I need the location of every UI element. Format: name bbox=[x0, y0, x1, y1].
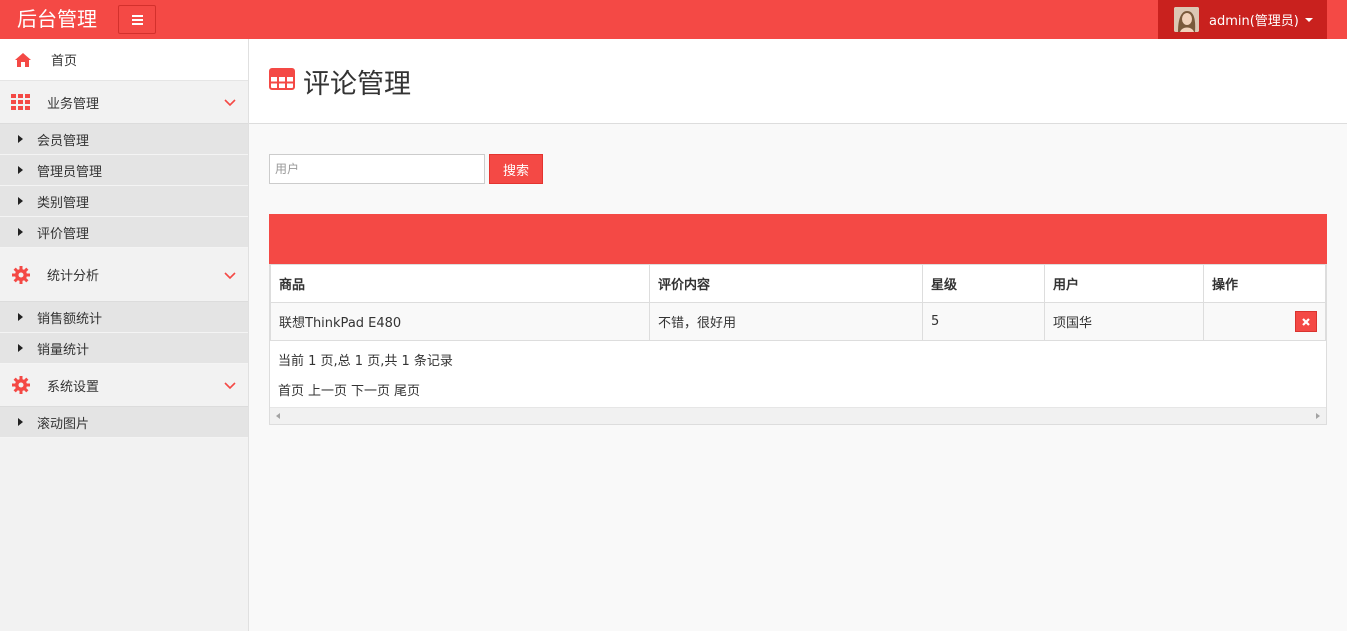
search-bar: 搜索 bbox=[269, 154, 543, 184]
caret-right-icon bbox=[18, 344, 23, 352]
pager-prev-link[interactable]: 上一页 bbox=[308, 380, 347, 399]
sidebar-item-label: 销售额统计 bbox=[37, 311, 103, 327]
sidebar-item-sales-amount[interactable]: 销售额统计 bbox=[0, 302, 248, 333]
caret-right-icon bbox=[18, 418, 23, 426]
sidebar-item-label: 首页 bbox=[51, 54, 78, 69]
delete-icon bbox=[1302, 317, 1310, 326]
sidebar-item-members[interactable]: 会员管理 bbox=[0, 124, 248, 155]
column-header-user: 用户 bbox=[1044, 264, 1204, 303]
avatar bbox=[1174, 7, 1199, 32]
column-header-stars: 星级 bbox=[922, 264, 1045, 303]
caret-right-icon bbox=[18, 135, 23, 143]
page-title: 评论管理 bbox=[303, 68, 411, 100]
scroll-right-icon[interactable] bbox=[1316, 413, 1320, 419]
sidebar-item-label: 类别管理 bbox=[37, 195, 90, 211]
delete-button[interactable] bbox=[1295, 311, 1317, 332]
caret-right-icon bbox=[18, 313, 23, 321]
sidebar: 首页 业务管理 会员管理 管理员管理 类别管理 评价管理 统计分析 销售额统计 … bbox=[0, 39, 249, 631]
column-header-actions: 操作 bbox=[1203, 264, 1326, 303]
caret-right-icon bbox=[18, 166, 23, 174]
cell-product: 联想ThinkPad E480 bbox=[270, 302, 650, 341]
sidebar-item-label: 评价管理 bbox=[37, 226, 90, 242]
gear-icon bbox=[10, 376, 32, 394]
pager-first-link[interactable]: 首页 bbox=[278, 380, 304, 399]
top-navbar: 后台管理 admin(管理员) bbox=[0, 0, 1347, 39]
table-header-row: 商品 评价内容 星级 用户 操作 bbox=[270, 264, 1326, 303]
home-icon bbox=[12, 51, 34, 69]
sidebar-group-label: 业务管理 bbox=[47, 96, 100, 112]
cell-user: 项国华 bbox=[1044, 302, 1204, 341]
caret-down-icon bbox=[1304, 17, 1313, 22]
chevron-down-icon bbox=[224, 269, 236, 284]
chevron-down-icon bbox=[224, 96, 236, 111]
horizontal-scrollbar[interactable] bbox=[270, 407, 1326, 424]
pager-last-link[interactable]: 尾页 bbox=[394, 380, 420, 399]
sidebar-item-home[interactable]: 首页 bbox=[0, 39, 248, 81]
pager-info: 当前 1 页,总 1 页,共 1 条记录 bbox=[278, 354, 453, 369]
caret-right-icon bbox=[18, 228, 23, 236]
panel-heading bbox=[269, 214, 1327, 264]
sidebar-item-label: 管理员管理 bbox=[37, 164, 103, 180]
gear-icon bbox=[10, 265, 32, 284]
user-menu-dropdown[interactable]: admin(管理员) bbox=[1158, 0, 1327, 39]
cell-actions bbox=[1203, 302, 1326, 341]
app-brand[interactable]: 后台管理 bbox=[17, 6, 97, 32]
sidebar-item-carousel[interactable]: 滚动图片 bbox=[0, 407, 248, 438]
sidebar-item-reviews[interactable]: 评价管理 bbox=[0, 217, 248, 248]
sidebar-item-label: 会员管理 bbox=[37, 133, 90, 149]
sidebar-item-sales-volume[interactable]: 销量统计 bbox=[0, 333, 248, 364]
sidebar-item-categories[interactable]: 类别管理 bbox=[0, 186, 248, 217]
cell-stars: 5 bbox=[922, 302, 1045, 341]
sidebar-group-business[interactable]: 业务管理 bbox=[0, 81, 248, 124]
sidebar-group-label: 系统设置 bbox=[47, 379, 100, 395]
pager-next-link[interactable]: 下一页 bbox=[351, 380, 390, 399]
comments-panel: 商品 评价内容 星级 用户 操作 联想ThinkPad E480 不错，很好用 … bbox=[269, 214, 1327, 425]
hamburger-icon bbox=[131, 14, 143, 17]
grid-icon bbox=[10, 93, 32, 111]
cell-comment: 不错，很好用 bbox=[649, 302, 923, 341]
chevron-down-icon bbox=[224, 379, 236, 394]
page-header: 评论管理 bbox=[249, 39, 1347, 124]
column-header-comment: 评价内容 bbox=[649, 264, 923, 303]
column-header-product: 商品 bbox=[270, 264, 650, 303]
sidebar-group-statistics[interactable]: 统计分析 bbox=[0, 248, 248, 302]
sidebar-group-label: 统计分析 bbox=[47, 269, 100, 284]
sidebar-item-label: 销量统计 bbox=[37, 342, 90, 358]
scroll-left-icon[interactable] bbox=[276, 413, 280, 419]
main-content: 评论管理 搜索 商品 评价内容 星级 用户 操作 联想T bbox=[249, 39, 1347, 631]
panel-body: 商品 评价内容 星级 用户 操作 联想ThinkPad E480 不错，很好用 … bbox=[269, 264, 1327, 425]
pager: 首页 上一页 下一页 尾页 bbox=[270, 371, 1326, 407]
table-icon bbox=[269, 68, 295, 94]
comments-table: 商品 评价内容 星级 用户 操作 联想ThinkPad E480 不错，很好用 … bbox=[270, 264, 1326, 341]
sidebar-item-admins[interactable]: 管理员管理 bbox=[0, 155, 248, 186]
search-button[interactable]: 搜索 bbox=[489, 154, 543, 184]
sidebar-toggle-button[interactable] bbox=[118, 5, 156, 34]
search-input[interactable] bbox=[269, 154, 485, 184]
caret-right-icon bbox=[18, 197, 23, 205]
user-name-label: admin(管理员) bbox=[1209, 14, 1299, 29]
table-row: 联想ThinkPad E480 不错，很好用 5 项国华 bbox=[270, 302, 1326, 341]
sidebar-group-settings[interactable]: 系统设置 bbox=[0, 364, 248, 407]
sidebar-item-label: 滚动图片 bbox=[37, 416, 90, 432]
